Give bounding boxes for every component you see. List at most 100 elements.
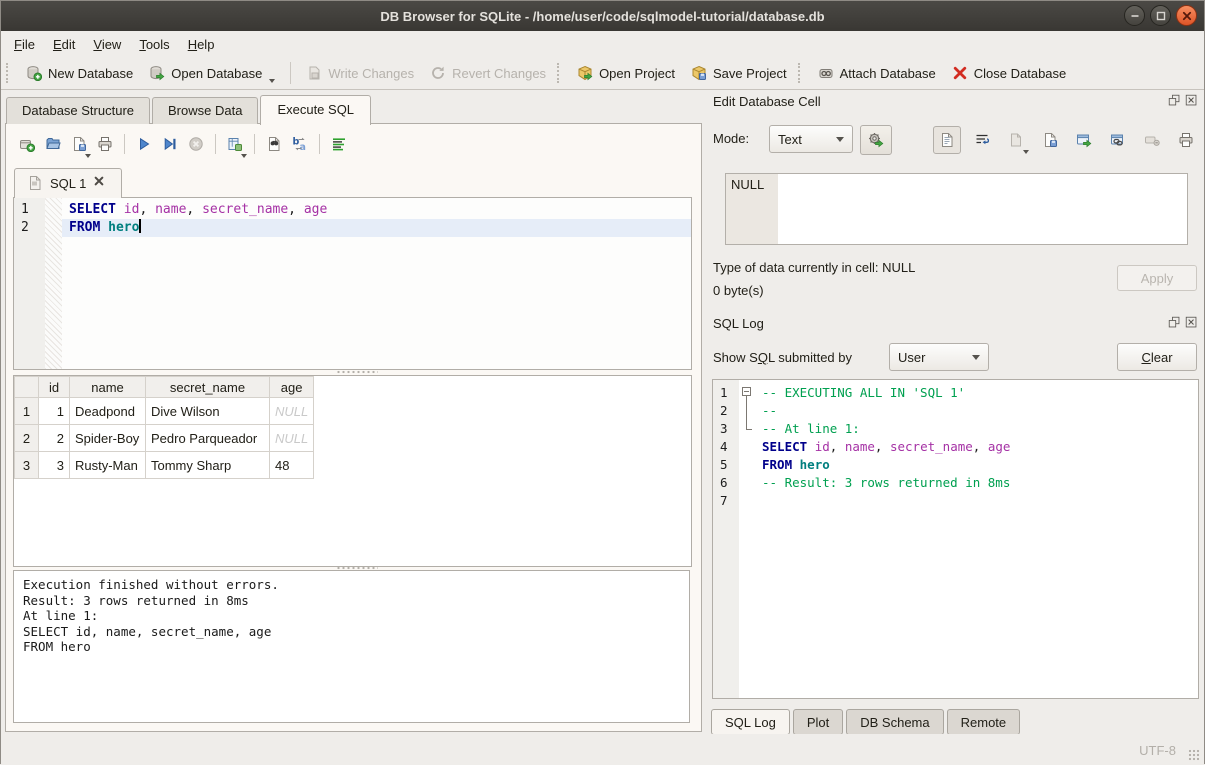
print-sql-button[interactable] xyxy=(92,131,118,157)
cell-editor[interactable]: NULL xyxy=(725,173,1188,245)
table-cell[interactable]: Dive Wilson xyxy=(146,398,270,425)
execute-current-line-button[interactable] xyxy=(157,131,183,157)
execute-all-button[interactable] xyxy=(131,131,157,157)
open-sql-file-button[interactable] xyxy=(40,131,66,157)
save-sql-file-button[interactable] xyxy=(66,131,92,157)
auto-format-button[interactable] xyxy=(326,131,352,157)
stop-icon xyxy=(188,136,204,152)
dock-float-icon[interactable] xyxy=(1168,316,1181,329)
open-database-button[interactable]: Open Database xyxy=(141,61,283,85)
sql-editor[interactable]: 12 SELECT id, name, secret_name, ageFROM… xyxy=(13,197,692,370)
table-cell[interactable]: Deadpond xyxy=(70,398,146,425)
close-database-button[interactable]: Close Database xyxy=(944,61,1075,85)
dock-tab-remote[interactable]: Remote xyxy=(947,709,1021,735)
attach-database-button-label: Attach Database xyxy=(840,66,936,81)
table-cell[interactable]: Spider-Boy xyxy=(70,425,146,452)
dock-close-icon[interactable] xyxy=(1185,94,1198,107)
table-cell[interactable]: NULL xyxy=(270,425,314,452)
toolbar-handle[interactable] xyxy=(798,63,804,83)
dock-tab-db-schema[interactable]: DB Schema xyxy=(846,709,943,735)
titlebar[interactable]: DB Browser for SQLite - /home/user/code/… xyxy=(1,1,1204,31)
table-cell[interactable]: Rusty-Man xyxy=(70,452,146,479)
row-number[interactable]: 3 xyxy=(15,452,39,479)
dropdown-caret-icon[interactable] xyxy=(269,79,275,83)
tab-close-icon[interactable] xyxy=(93,175,109,191)
save-results-button[interactable] xyxy=(222,131,248,157)
row-number[interactable]: 1 xyxy=(15,398,39,425)
code-token: secret_name xyxy=(202,202,288,217)
column-header-id[interactable]: id xyxy=(39,377,70,398)
column-header-name[interactable]: name xyxy=(70,377,146,398)
word-wrap-button[interactable] xyxy=(969,127,995,153)
revert-changes-icon xyxy=(430,65,446,81)
export-data-button[interactable] xyxy=(1037,127,1063,153)
tab-database-structure[interactable]: Database Structure xyxy=(6,97,150,124)
close-button[interactable] xyxy=(1176,5,1197,26)
column-header-secret_name[interactable]: secret_name xyxy=(146,377,270,398)
mode-select[interactable]: Text xyxy=(769,125,853,153)
dock-tab-sql-log[interactable]: SQL Log xyxy=(711,709,790,735)
table-cell[interactable]: Pedro Parqueador xyxy=(146,425,270,452)
column-header-age[interactable]: age xyxy=(270,377,314,398)
table-cell[interactable]: NULL xyxy=(270,398,314,425)
table-cell[interactable]: 1 xyxy=(39,398,70,425)
close-database-icon xyxy=(952,65,968,81)
format-icon xyxy=(331,136,347,152)
code-token: FROM xyxy=(69,220,100,235)
find-button[interactable] xyxy=(261,131,287,157)
apply-button[interactable]: Apply xyxy=(1117,265,1197,291)
editor-code-area[interactable]: SELECT id, name, secret_name, ageFROM he… xyxy=(62,201,691,237)
sql-log-filter-select[interactable]: User xyxy=(889,343,989,371)
open-project-icon xyxy=(577,65,593,81)
table-cell[interactable]: 48 xyxy=(270,452,314,479)
fold-collapse-icon[interactable] xyxy=(742,387,751,396)
minimize-button[interactable] xyxy=(1124,5,1145,26)
apply-mode-button[interactable] xyxy=(860,125,892,155)
row-number[interactable]: 2 xyxy=(15,425,39,452)
sql-editor-tab[interactable]: SQL 1 xyxy=(14,168,122,198)
menu-edit[interactable]: Edit xyxy=(44,33,84,56)
tab-execute-sql[interactable]: Execute SQL xyxy=(260,95,371,125)
execute-all-icon xyxy=(136,136,152,152)
code-token xyxy=(100,220,108,235)
table-cell[interactable]: Tommy Sharp xyxy=(146,452,270,479)
dropdown-caret-icon[interactable] xyxy=(241,154,247,158)
fold-line xyxy=(746,396,747,429)
dropdown-caret-icon[interactable] xyxy=(85,154,91,158)
attach-database-button[interactable]: Attach Database xyxy=(810,61,944,85)
text-mode-button[interactable] xyxy=(933,126,961,154)
menu-tools[interactable]: Tools xyxy=(130,33,178,56)
save-project-button[interactable]: Save Project xyxy=(683,61,795,85)
maximize-button[interactable] xyxy=(1150,5,1171,26)
find-replace-button[interactable]: ba xyxy=(287,131,313,157)
print-icon xyxy=(97,136,113,152)
dock-tab-plot[interactable]: Plot xyxy=(793,709,843,735)
print-cell-button[interactable] xyxy=(1173,127,1199,153)
dock-float-icon[interactable] xyxy=(1168,94,1181,107)
copy-link-button[interactable] xyxy=(1105,127,1131,153)
code-token: FROM xyxy=(762,457,792,472)
open-external-button[interactable] xyxy=(1071,127,1097,153)
dock-close-icon[interactable] xyxy=(1185,316,1198,329)
toolbar-handle[interactable] xyxy=(6,63,12,83)
editor-fold-margin xyxy=(45,198,62,369)
encoding-indicator[interactable]: UTF-8 xyxy=(1139,743,1176,758)
menu-help[interactable]: Help xyxy=(179,33,224,56)
new-database-button[interactable]: New Database xyxy=(18,61,141,85)
menu-file[interactable]: File xyxy=(5,33,44,56)
table-cell[interactable]: 2 xyxy=(39,425,70,452)
toolbar-handle[interactable] xyxy=(557,63,563,83)
menu-view[interactable]: View xyxy=(84,33,130,56)
fold-line xyxy=(746,429,752,430)
clear-log-button[interactable]: Clear xyxy=(1117,343,1197,371)
sql-log-view[interactable]: 1234567 -- EXECUTING ALL IN 'SQL 1'---- … xyxy=(712,379,1199,699)
new-sql-tab-button[interactable] xyxy=(14,131,40,157)
dropdown-caret-icon[interactable] xyxy=(1023,150,1029,154)
resize-grip-icon[interactable] xyxy=(1188,749,1200,761)
chevron-down-icon xyxy=(972,355,980,360)
open-project-button[interactable]: Open Project xyxy=(569,61,683,85)
corner-header[interactable] xyxy=(15,377,39,398)
table-cell[interactable]: 3 xyxy=(39,452,70,479)
tab-browse-data[interactable]: Browse Data xyxy=(152,97,258,124)
execution-message[interactable]: Execution finished without errors. Resul… xyxy=(13,570,690,723)
